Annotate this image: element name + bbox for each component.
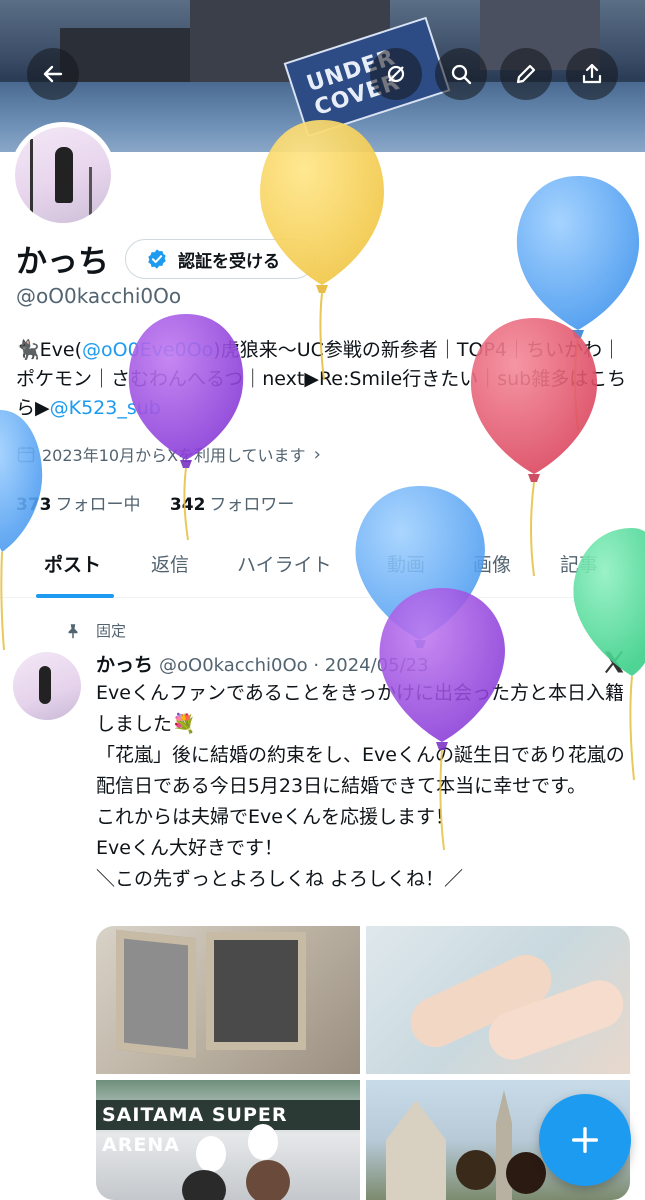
back-arrow-icon <box>43 65 63 83</box>
joined-text: 2023年10月からXを利用しています <box>42 446 306 465</box>
back-button[interactable] <box>27 48 79 100</box>
compose-button[interactable] <box>500 48 552 100</box>
follow-stats: 373 フォロー中 342 フォロワー <box>16 490 294 515</box>
plus-icon <box>571 1126 599 1154</box>
tab-highlights[interactable]: ハイライト <box>237 550 332 577</box>
tab-videos[interactable]: 動画 <box>387 550 425 577</box>
arena-sign: SAITAMA SUPER ARENA <box>96 1100 360 1156</box>
calendar-icon <box>17 446 35 463</box>
tab-articles[interactable]: 記事 <box>560 550 598 577</box>
tab-posts[interactable]: ポスト <box>44 550 101 577</box>
following-label: フォロー中 <box>55 495 141 515</box>
bio-text: 🐈‍⬛Eve( <box>16 339 83 361</box>
chevron-right-icon: › <box>313 443 321 465</box>
person-head <box>182 1170 226 1200</box>
photo-frame <box>206 932 306 1050</box>
profile-tabs: ポスト 返信 ハイライト 動画 画像 記事 <box>0 532 645 598</box>
plush-figure <box>248 1124 278 1160</box>
share-icon <box>582 63 602 84</box>
pin-icon <box>68 623 78 638</box>
church-tower <box>386 1100 446 1200</box>
person-head <box>506 1152 546 1194</box>
bio-mention-link[interactable]: @oO0Eve0Oo <box>82 339 213 361</box>
profile-avatar[interactable] <box>10 122 116 228</box>
post-author-avatar[interactable] <box>13 652 81 720</box>
post-header: かっち @oO0kacchi0Oo · 2024/05/23 <box>96 650 429 677</box>
person-head <box>456 1150 496 1190</box>
avatar-person <box>39 666 51 704</box>
tab-replies[interactable]: 返信 <box>151 550 189 577</box>
mic-stand <box>89 167 92 215</box>
post-handle-date: @oO0kacchi0Oo · 2024/05/23 <box>159 655 429 676</box>
person-head <box>246 1160 290 1200</box>
photo-frame <box>116 929 196 1059</box>
plush-figure <box>196 1136 226 1172</box>
following-count: 373 <box>16 495 52 515</box>
avatar-person <box>55 147 73 203</box>
mic-stand <box>30 139 33 217</box>
followers-label: フォロワー <box>209 495 295 515</box>
post-image-2[interactable] <box>366 926 630 1074</box>
avatar-image <box>15 127 111 223</box>
compose-fab-button[interactable] <box>539 1094 631 1186</box>
pencil-icon <box>516 64 536 84</box>
get-verified-label: 認証を受ける <box>178 251 280 272</box>
grok-icon <box>387 65 405 83</box>
profile-bio: 🐈‍⬛Eve(@oO0Eve0Oo)虎狼来〜UC参戦の新参者｜TOP4｜ちいかわ… <box>16 336 631 423</box>
profile-handle: @oO0kacchi0Oo <box>16 284 182 308</box>
pinned-indicator: 固定 <box>64 620 126 641</box>
banner-building <box>60 28 200 84</box>
post-text: Eveくんファンであることをきっかけに出会った方と本日入籍しました💐 「花嵐」後… <box>96 682 625 890</box>
search-button[interactable] <box>435 48 487 100</box>
search-icon <box>451 64 472 85</box>
verified-badge-icon <box>148 249 166 269</box>
x-logo-icon <box>604 650 624 674</box>
share-button[interactable] <box>566 48 618 100</box>
active-tab-indicator <box>36 594 114 598</box>
followers-link[interactable]: 342 フォロワー <box>170 495 295 515</box>
grok-button[interactable] <box>370 48 422 100</box>
get-verified-button[interactable]: 認証を受ける <box>125 239 315 279</box>
profile-name: かっち <box>16 244 109 280</box>
joined-date[interactable]: 2023年10月からXを利用しています › <box>16 442 321 466</box>
post-author-name[interactable]: かっち <box>96 654 153 676</box>
followers-count: 342 <box>169 495 206 515</box>
pinned-label: 固定 <box>96 622 127 640</box>
following-link[interactable]: 373 フォロー中 <box>16 495 141 515</box>
bio-mention-link[interactable]: @K523_sub <box>50 397 161 419</box>
post-image-1[interactable] <box>96 926 360 1074</box>
post-image-3[interactable]: SAITAMA SUPER ARENA <box>96 1080 360 1200</box>
tab-photos[interactable]: 画像 <box>473 550 511 577</box>
